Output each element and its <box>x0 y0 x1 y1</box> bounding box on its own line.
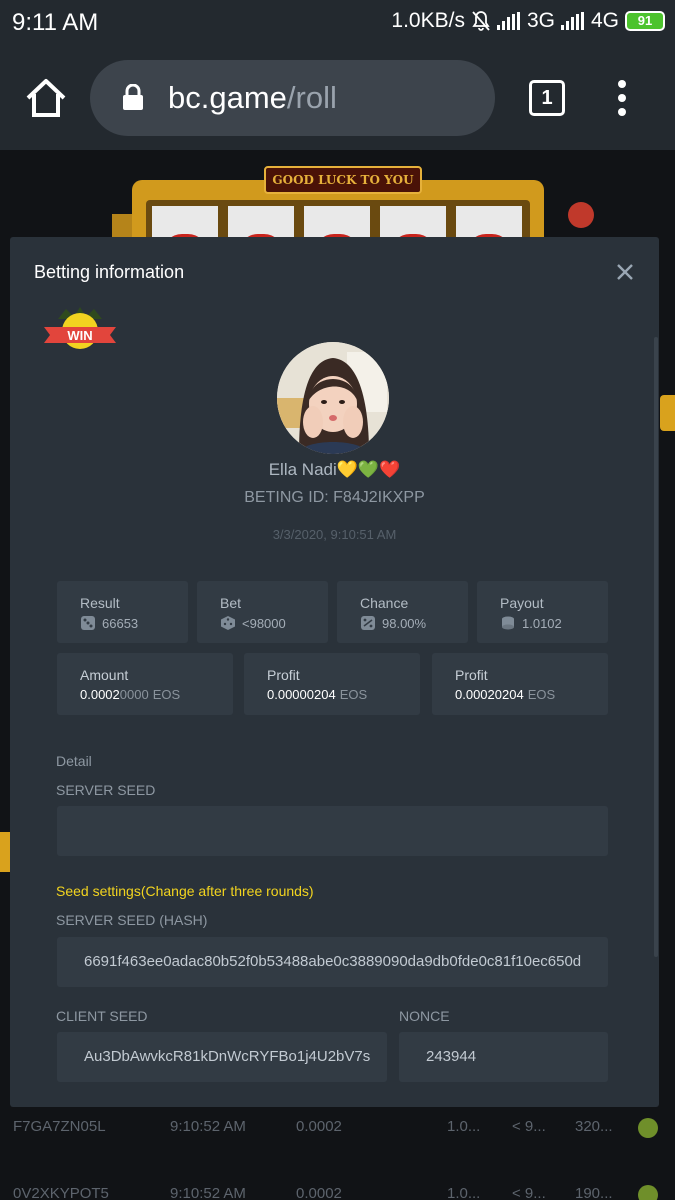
chance-value: 98.00% <box>382 615 427 631</box>
server-seed-hash-field[interactable]: 6691f463ee0adac80b52f0b53488abe0c3889090… <box>57 937 608 987</box>
win-badge-icon: WIN <box>44 307 116 349</box>
dialog-scrollbar[interactable] <box>654 337 658 957</box>
betting-info-dialog: Betting information WIN Ella Nadi💛💚❤️ BE… <box>10 237 659 1107</box>
side-tab-left <box>0 832 10 872</box>
payout-value: 1.0102 <box>522 615 562 631</box>
avatar <box>277 342 389 454</box>
url-host: bc.game <box>168 80 287 115</box>
result-value: 66653 <box>102 615 139 631</box>
profit-card: Profit 0.00000204 EOS <box>244 653 420 715</box>
coin-icon <box>638 1118 658 1138</box>
server-seed-field[interactable] <box>57 806 608 856</box>
result-label: Result <box>80 595 120 611</box>
network-4g-label: 4G <box>590 9 619 32</box>
bet-history-row[interactable]: F7GA7ZN05L 9:10:52 AM 0.0002 1.0... < 9.… <box>0 1108 675 1148</box>
good-luck-banner: GOOD LUCK TO YOU <box>264 166 422 194</box>
payout-label: Payout <box>500 595 544 611</box>
browser-toolbar: bc.game/roll 1 <box>0 46 675 150</box>
profit-total-unit: EOS <box>527 687 556 702</box>
network-3g-label: 3G <box>526 9 555 32</box>
profit-unit: EOS <box>339 687 368 702</box>
bet-card: Bet <98000 <box>197 581 328 643</box>
chance-card: Chance 98.00% <box>337 581 468 643</box>
amount-label: Amount <box>80 667 129 683</box>
seed-settings-link[interactable]: Seed settings(Change after three rounds) <box>56 883 314 899</box>
battery-icon: 91 <box>625 11 665 31</box>
slot-lever <box>568 202 594 228</box>
dice-cube-icon <box>221 616 235 630</box>
tab-switcher-button[interactable]: 1 <box>529 80 565 116</box>
url-path: /roll <box>286 80 337 115</box>
profit-value: 0.00000204 EOS <box>267 687 368 702</box>
profit-total-card: Profit 0.00020204 EOS <box>432 653 608 715</box>
overflow-menu-icon[interactable] <box>612 80 632 116</box>
win-badge-text: WIN <box>67 328 92 343</box>
coin-stack-icon <box>502 616 514 630</box>
detail-heading: Detail <box>56 753 92 769</box>
bet-id: BETING ID: F84J2IKXPP <box>244 489 425 506</box>
profit-total-label: Profit <box>455 667 488 683</box>
status-icons: 1.0KB/s 3G 4G 91 <box>391 9 665 33</box>
amount-value: 0.00020000 EOS <box>80 687 181 702</box>
dialog-title: Betting information <box>34 262 185 282</box>
side-tab-right <box>660 395 675 431</box>
nonce-label: NONCE <box>399 1008 450 1024</box>
chance-dice-icon <box>361 616 375 630</box>
close-icon[interactable] <box>614 261 636 283</box>
signal-icon-2 <box>560 12 585 30</box>
mute-bell-icon <box>472 11 490 31</box>
home-icon[interactable] <box>24 76 68 120</box>
amount-card: Amount 0.00020000 EOS <box>57 653 233 715</box>
user-name[interactable]: Ella Nadi💛💚❤️ <box>10 460 659 480</box>
payout-card: Payout 1.0102 <box>477 581 608 643</box>
bet-timestamp: 3/3/2020, 9:10:51 AM <box>272 527 397 542</box>
client-seed-field[interactable]: Au3DbAwvkcR81kDnWcRYFBo1j4U2bV7s <box>57 1032 387 1082</box>
server-seed-label: SERVER SEED <box>56 782 156 798</box>
amount-unit: EOS <box>152 687 181 702</box>
chance-label: Chance <box>360 595 409 611</box>
avatar-image <box>277 342 389 454</box>
lock-icon <box>123 84 143 110</box>
profit-total-value: 0.00020204 EOS <box>455 687 556 702</box>
address-bar[interactable]: bc.game/roll <box>90 60 495 136</box>
signal-icon <box>496 12 521 30</box>
status-time: 9:11 AM <box>12 9 99 36</box>
client-seed-label: CLIENT SEED <box>56 1008 148 1024</box>
bet-value: <98000 <box>242 615 286 631</box>
net-speed: 1.0KB/s <box>391 9 465 32</box>
bet-label: Bet <box>220 595 242 611</box>
dice-icon <box>81 616 95 630</box>
url-text[interactable]: bc.game/roll <box>168 80 337 116</box>
coin-icon <box>638 1185 658 1200</box>
profit-label: Profit <box>267 667 300 683</box>
server-seed-hash-label: SERVER SEED (HASH) <box>56 912 208 928</box>
nonce-field[interactable]: 243944 <box>399 1032 608 1082</box>
user-emojis: 💛💚❤️ <box>336 460 401 479</box>
status-bar: 9:11 AM 1.0KB/s 3G 4G 91 <box>0 0 675 46</box>
bet-history-row[interactable]: 0V2XKYPOT5 9:10:52 AM 0.0002 1.0... < 9.… <box>0 1175 675 1200</box>
result-card: Result 66653 <box>57 581 188 643</box>
